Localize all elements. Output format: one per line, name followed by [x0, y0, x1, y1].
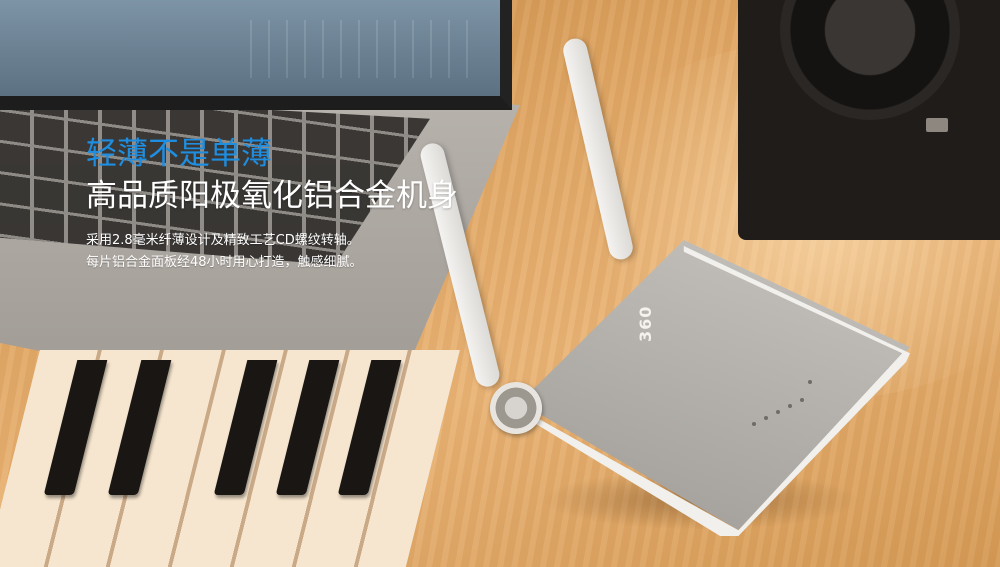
product-banner: 360 轻薄不是单薄 高品质阳极氧化铝合金机身 采用2.8毫米纤薄设计及精致工艺… [0, 0, 1000, 567]
speaker-cone [780, 0, 960, 120]
marketing-copy: 轻薄不是单薄 高品质阳极氧化铝合金机身 采用2.8毫米纤薄设计及精致工艺CD螺纹… [86, 134, 486, 274]
led [808, 380, 812, 384]
led [752, 422, 756, 426]
router-hinge [490, 382, 542, 434]
product-description: 采用2.8毫米纤薄设计及精致工艺CD螺纹转轴。 每片铝合金面板经48小时用心打造… [86, 230, 486, 274]
piano-keyboard [0, 350, 460, 567]
description-line-1: 采用2.8毫米纤薄设计及精致工艺CD螺纹转轴。 [86, 233, 360, 248]
led [776, 410, 780, 414]
led [788, 404, 792, 408]
description-line-2: 每片铝合金面板经48小时用心打造，触感细腻。 [86, 255, 363, 270]
router-status-leds [752, 372, 822, 432]
speaker-badge [926, 118, 948, 132]
headline-primary: 轻薄不是单薄 [86, 136, 272, 172]
led [764, 416, 768, 420]
led [800, 398, 804, 402]
laptop-screen [0, 0, 512, 110]
speaker [738, 0, 1000, 240]
headline-secondary: 高品质阳极氧化铝合金机身 [86, 178, 458, 214]
router-logo: 360 [636, 305, 655, 342]
